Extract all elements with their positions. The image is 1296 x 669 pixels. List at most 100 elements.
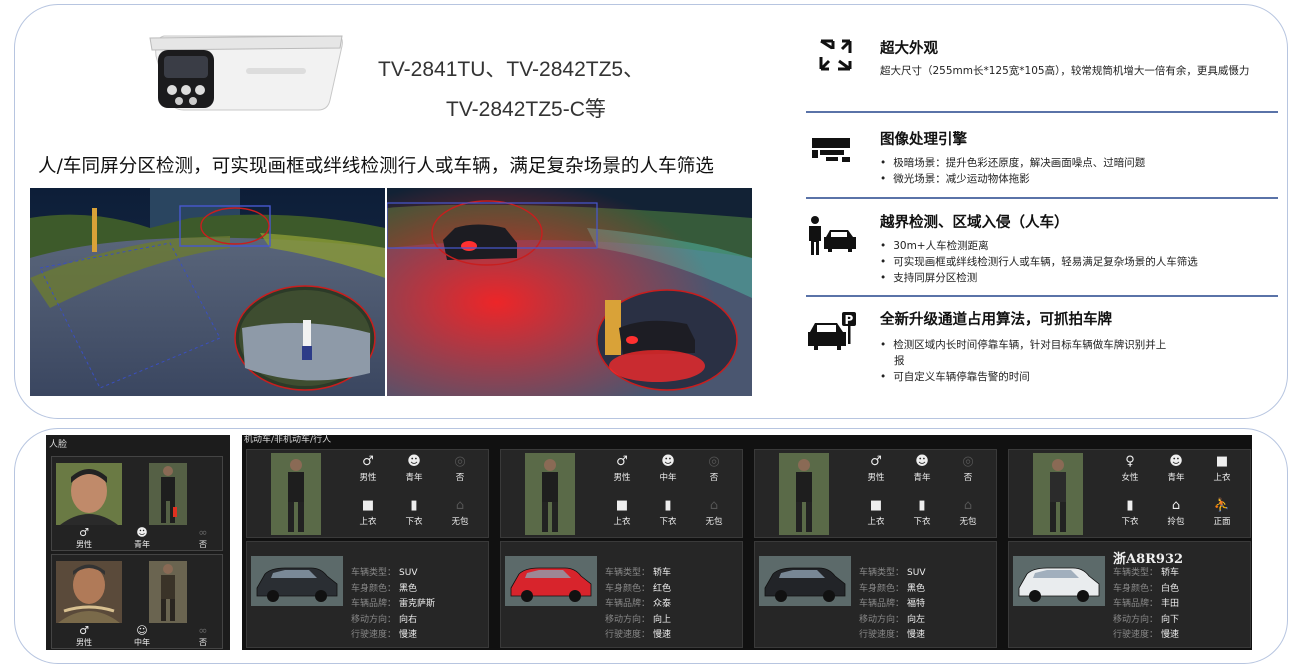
vehicle-attribute-row: 移动方向： 向下 (1113, 614, 1180, 625)
feature-bullets: 检测区域内长时间停靠车辆，针对目标车辆做车牌识别并上 报 可自定义车辆停靠告警的… (880, 337, 1166, 385)
pedestrian-attributes: ♀ 女性 ☻ 青年 ■ 上衣 ▮ 下衣 ⌂ 拎包 ⛹ 正面 (1107, 454, 1247, 538)
feature-description: 超大尺寸（255mm长*125宽*105高），较常规筒机增大一倍有余，更具威慑力 (880, 65, 1250, 77)
attribute: ⌂ 拎包 (1153, 498, 1199, 527)
gender-icon: ♂ (362, 454, 374, 469)
detection-column: ♂ 男性 ☻ 中年 ◎ 否 ■ 上衣 ▮ 下衣 ⌂ 无包 车辆类型： 轿车 车身颜色： 红色 车辆品牌： 众泰 移动… (500, 449, 743, 648)
scene-image-person (30, 188, 385, 396)
svg-text:P: P (845, 313, 854, 327)
face-attr-gender: ♂ 男性 (64, 527, 104, 550)
feature-intrusion: 越界检测、区域入侵（人车） 30m+人车检测距离 可实现画框或绊线检测行人或车辆… (806, 211, 1278, 291)
attribute: ■ 上衣 (599, 498, 645, 527)
age-icon: ☻ (915, 454, 929, 469)
bottom-icon: ⌂ (1171, 498, 1181, 513)
feature-image-engine: 图像处理引擎 极暗场景：提升色彩还原度，解决画面噪点、过暗问题 微光场景：减少运… (806, 128, 1278, 198)
bottom-icon: ▮ (410, 498, 418, 513)
face-card[interactable]: ♂ 男性 ☺ 中年 ∞ 否 (51, 554, 223, 649)
attribute: ■ 上衣 (1199, 454, 1245, 483)
list-item: 可自定义车辆停靠告警的时间 (880, 369, 1166, 385)
pedestrian-photo (779, 453, 829, 535)
face-panel-title: 人脸 (49, 440, 68, 450)
divider (806, 111, 1278, 113)
vehicle-attributes: 车辆类型： 轿车 车身颜色： 白色 车辆品牌： 丰田 移动方向： 向下 行驶速度： 慢速 (1113, 566, 1179, 644)
pedestrian-card[interactable]: ♀ 女性 ☻ 青年 ■ 上衣 ▮ 下衣 ⌂ 拎包 ⛹ 正面 (1008, 449, 1251, 538)
feature-title: 全新升级通道占用算法，可抓拍车牌 (880, 312, 1112, 328)
feature-lane-occupancy: P 全新升级通道占用算法，可抓拍车牌 检测区域内长时间停靠车辆，针对目标车辆做车… (806, 308, 1278, 398)
attribute: ☻ 青年 (391, 454, 437, 483)
gender-icon: ♂ (870, 454, 882, 469)
model-list-line1: TV-2841TU、TV-2842TZ5、 (378, 58, 645, 81)
model-list-line2: TV-2842TZ5-C等 (446, 98, 606, 121)
face-attr-glasses: ∞ 否 (183, 625, 223, 648)
age-icon: ☻ (407, 454, 421, 469)
vehicle-card[interactable]: 车辆类型： 轿车 车身颜色： 红色 车辆品牌： 众泰 移动方向： 向上 行驶速度： 慢速 (500, 541, 743, 648)
vehicle-attribute-row: 车辆类型： SUV (351, 568, 418, 578)
list-item: 极暗场景：提升色彩还原度，解决画面噪点、过暗问题 (880, 155, 1145, 171)
youth-icon: ☻ (136, 526, 148, 539)
feature-bullets: 30m+人车检测距离 可实现画框或绊线检测行人或车辆，轻易满足复杂场景的人车筛选… (880, 238, 1198, 286)
attribute: ⛹ 正面 (1199, 498, 1245, 527)
top-icon: ▮ (1126, 498, 1134, 513)
attribute: ☻ 青年 (899, 454, 945, 483)
vehicle-photo (759, 556, 851, 606)
face-card[interactable]: ♂ 男性 ☻ 青年 ∞ 否 (51, 456, 223, 551)
top-icon: ■ (869, 498, 883, 513)
list-item: 可实现画框或绊线检测行人或车辆，轻易满足复杂场景的人车筛选 (880, 254, 1198, 270)
vehicle-attribute-row: 行驶速度： 慢速 (1113, 630, 1180, 640)
top-icon: ■ (361, 498, 375, 513)
vehicle-attribute-row: 车辆类型： 轿车 (1113, 568, 1180, 578)
hat-icon: ◎ (708, 454, 720, 469)
feature-title: 图像处理引擎 (880, 132, 967, 148)
vehicle-attributes: 车辆类型： SUV 车身颜色： 黑色 车辆品牌： 福特 移动方向： 向左 行驶速度： 慢速 (859, 566, 925, 644)
glasses-icon: ∞ (198, 526, 208, 539)
vehicle-attribute-row: 车辆类型： 轿车 (605, 568, 672, 578)
list-item: 报 (894, 355, 905, 367)
vehicle-attributes: 车辆类型： 轿车 车身颜色： 红色 车辆品牌： 众泰 移动方向： 向上 行驶速度： 慢速 (605, 566, 671, 644)
pedestrian-photo (1033, 453, 1083, 535)
vehicle-attribute-row: 车辆品牌： 福特 (859, 599, 926, 609)
attribute: ■ 上衣 (345, 498, 391, 527)
attribute: ⌂ 无包 (437, 498, 483, 527)
attribute: ♂ 男性 (853, 454, 899, 483)
hat-icon: ◎ (454, 454, 466, 469)
divider (806, 295, 1278, 297)
bag-icon: ⛹ (1213, 498, 1231, 513)
hat-icon: ■ (1215, 454, 1229, 469)
bottom-icon: ▮ (918, 498, 926, 513)
pedestrian-card[interactable]: ♂ 男性 ☻ 青年 ◎ 否 ■ 上衣 ▮ 下衣 ⌂ 无包 (754, 449, 997, 538)
face-attr-glasses: ∞ 否 (183, 527, 223, 550)
pedestrian-photo (271, 453, 321, 535)
pedestrian-card[interactable]: ♂ 男性 ☻ 青年 ◎ 否 ■ 上衣 ▮ 下衣 ⌂ 无包 (246, 449, 489, 538)
vehicle-attribute-row: 移动方向： 向左 (859, 614, 926, 625)
face-photo (56, 463, 122, 525)
vehicle-attribute-row: 车辆品牌： 雷克萨斯 (351, 599, 436, 609)
expand-icon (819, 39, 852, 71)
camera-image (149, 35, 343, 111)
vehicle-panel-title: 机动车/非机动车/行人 (244, 435, 332, 445)
vehicle-attribute-row: 车辆品牌： 丰田 (1113, 599, 1180, 609)
list-item: 检测区域内长时间停靠车辆，针对目标车辆做车牌识别并上 (880, 337, 1166, 353)
vehicle-card[interactable]: 浙A8R932 车辆类型： 轿车 车身颜色： 白色 车辆品牌： 丰田 移动方向： 向下 行驶速度：… (1008, 541, 1251, 648)
detection-column: ♀ 女性 ☻ 青年 ■ 上衣 ▮ 下衣 ⌂ 拎包 ⛹ 正面 浙A8R932 车辆类型： 轿车 车身颜色： 白色车… (1008, 449, 1251, 648)
face-attr-gender: ♂ 男性 (64, 625, 104, 648)
pedestrian-attributes: ♂ 男性 ☻ 青年 ◎ 否 ■ 上衣 ▮ 下衣 ⌂ 无包 (853, 454, 993, 538)
face-photo (56, 561, 122, 623)
pedestrian-card[interactable]: ♂ 男性 ☻ 中年 ◎ 否 ■ 上衣 ▮ 下衣 ⌂ 无包 (500, 449, 743, 538)
divider (806, 197, 1278, 199)
attribute: ▮ 下衣 (645, 498, 691, 527)
vehicle-attribute-row: 车身颜色： 黑色 (859, 583, 926, 594)
vehicle-card[interactable]: 车辆类型： SUV 车身颜色： 黑色 车辆品牌： 福特 移动方向： 向左 行驶速度： 慢速 (754, 541, 997, 648)
face-attr-age: ☻ 青年 (122, 527, 162, 550)
attribute: ▮ 下衣 (899, 498, 945, 527)
attribute: ⌂ 无包 (945, 498, 991, 527)
top-icon: ■ (615, 498, 629, 513)
attribute: ◎ 否 (691, 454, 737, 483)
attribute: ☻ 青年 (1153, 454, 1199, 483)
bag-icon: ⌂ (963, 498, 973, 513)
list-item: 30m+人车检测距离 (880, 238, 1198, 254)
pedestrian-attributes: ♂ 男性 ☻ 青年 ◎ 否 ■ 上衣 ▮ 下衣 ⌂ 无包 (345, 454, 485, 538)
attribute: ♂ 男性 (345, 454, 391, 483)
vehicle-attribute-row: 车辆品牌： 众泰 (605, 599, 672, 609)
body-photo (149, 463, 187, 525)
attribute: ▮ 下衣 (1107, 498, 1153, 527)
vehicle-card[interactable]: 车辆类型： SUV 车身颜色： 黑色 车辆品牌： 雷克萨斯 移动方向： 向右 行驶速度： 慢速 (246, 541, 489, 648)
